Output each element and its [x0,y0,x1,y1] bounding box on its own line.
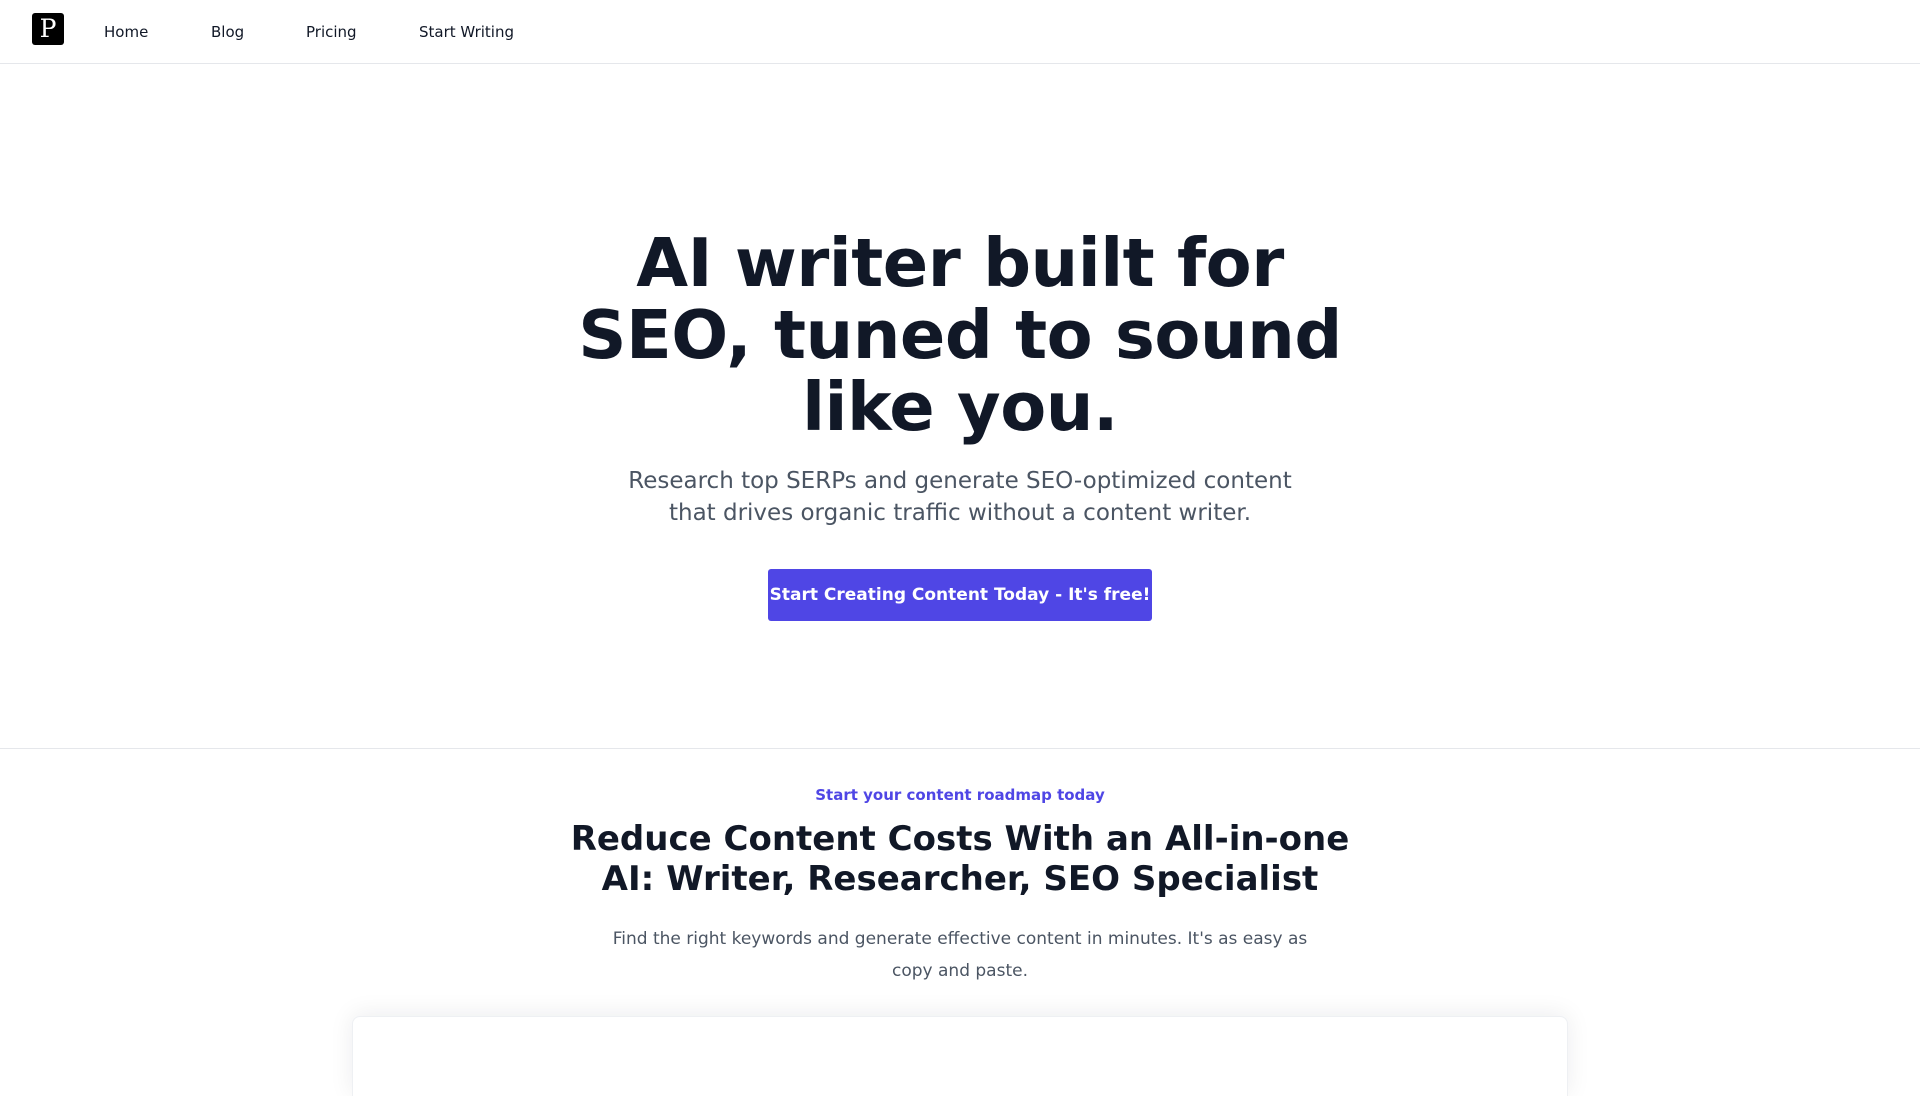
site-header: P Home Blog Pricing Start Writing [0,0,1920,64]
nav-link-pricing[interactable]: Pricing [306,0,357,64]
start-creating-content-button[interactable]: Start Creating Content Today - It's free… [768,569,1152,621]
nav-link-start-writing[interactable]: Start Writing [419,0,514,64]
logo-icon[interactable]: P [32,13,64,45]
nav-link-home[interactable]: Home [104,0,148,64]
section-subtitle: Find the right keywords and generate eff… [612,929,1308,981]
hero-subtitle: Research top SERPs and generate SEO-opti… [628,468,1292,526]
hero-title: AI writer built for SEO, tuned to sound … [578,224,1342,446]
section-title: Reduce Content Costs With an All-in-one … [570,819,1350,899]
hero-section: AI writer built for SEO, tuned to sound … [0,64,1920,749]
feature-preview-card [352,1016,1568,1096]
section-eyebrow: Start your content roadmap today [815,786,1105,804]
nav-link-blog[interactable]: Blog [211,0,244,64]
